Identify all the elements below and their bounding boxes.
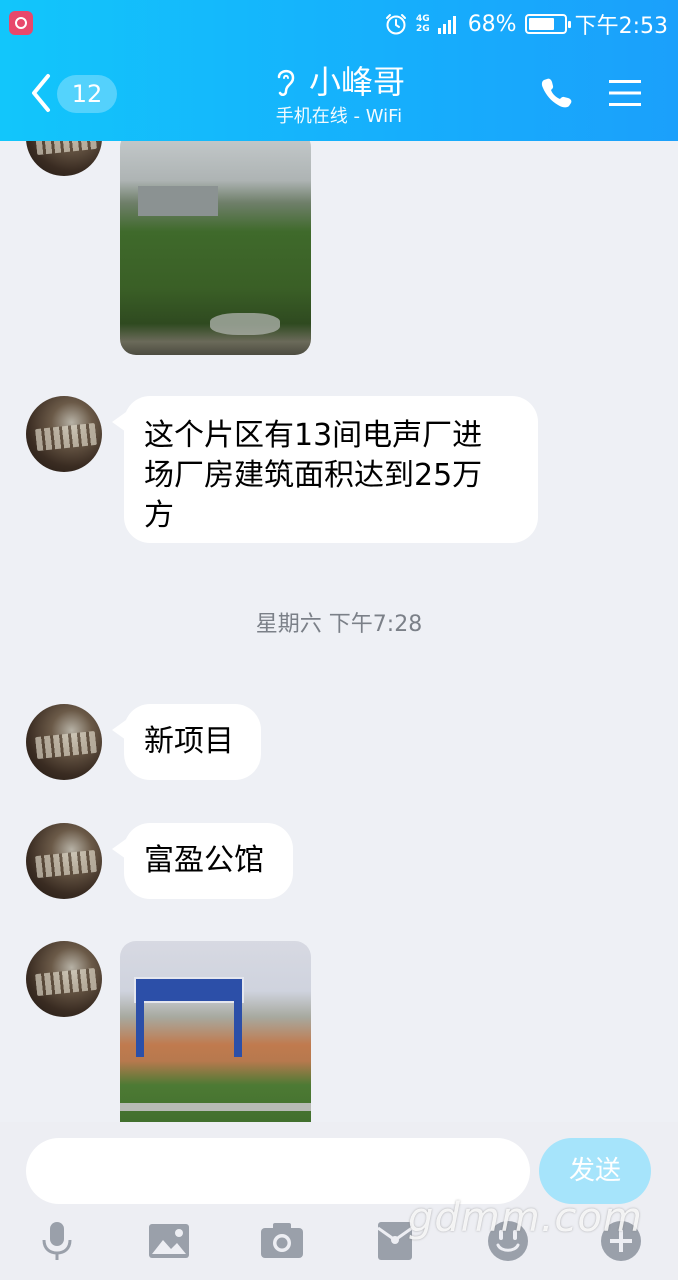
status-bar: 4G 2G 68% 下午2:53 — [0, 0, 678, 48]
clock: 下午2:53 — [574, 14, 668, 39]
network-top: 4G — [416, 14, 430, 24]
text-message[interactable]: 富盈公馆 — [112, 823, 293, 899]
message-line: 方 — [144, 498, 174, 533]
microphone-icon[interactable] — [34, 1218, 80, 1264]
image-message[interactable] — [120, 941, 311, 1122]
top-bar: 4G 2G 68% 下午2:53 12 小峰哥 手机在线 - WiFi — [0, 0, 678, 141]
menu-icon[interactable] — [608, 78, 642, 108]
chat-header: 12 小峰哥 手机在线 - WiFi — [0, 48, 678, 141]
contact-status: 手机在线 - WiFi — [275, 106, 403, 127]
alarm-icon — [386, 14, 407, 35]
text-message[interactable]: 新项目 — [112, 704, 261, 780]
contact-avatar[interactable] — [26, 396, 102, 472]
contact-avatar[interactable] — [26, 823, 102, 899]
watermark: gdmm.com — [408, 1195, 643, 1241]
contact-avatar[interactable] — [26, 941, 102, 1017]
contact-name: 小峰哥 — [308, 63, 405, 101]
network-type: 4G 2G — [416, 14, 430, 34]
message-line: 这个片区有13间电声厂进 — [144, 418, 483, 453]
title-area: 小峰哥 手机在线 - WiFi — [0, 62, 678, 129]
message-text: 富盈公馆 — [144, 843, 264, 878]
phone-call-icon[interactable] — [540, 76, 574, 110]
battery-icon — [524, 14, 571, 34]
text-message[interactable]: 这个片区有13间电声厂进 场厂房建筑面积达到25万 方 — [112, 396, 538, 543]
camera-icon[interactable] — [259, 1218, 305, 1264]
message-text: 新项目 — [144, 724, 234, 759]
battery-percent: 68% — [467, 11, 517, 37]
image-message[interactable] — [120, 141, 311, 355]
status-right: 4G 2G 68% 下午2:53 — [384, 8, 668, 40]
contact-avatar[interactable] — [26, 141, 102, 176]
contact-avatar[interactable] — [26, 704, 102, 780]
message-line: 场厂房建筑面积达到25万 — [144, 458, 483, 493]
app-notification-icon — [9, 11, 33, 35]
network-bottom: 2G — [416, 24, 430, 34]
earpiece-mode-icon[interactable] — [273, 65, 299, 99]
signal-icon — [437, 16, 456, 34]
image-icon[interactable] — [146, 1218, 192, 1264]
timestamp: 星期六 下午7:28 — [255, 612, 423, 637]
chat-area[interactable]: 这个片区有13间电声厂进 场厂房建筑面积达到25万 方 星期六 下午7:28 新… — [0, 141, 678, 1122]
